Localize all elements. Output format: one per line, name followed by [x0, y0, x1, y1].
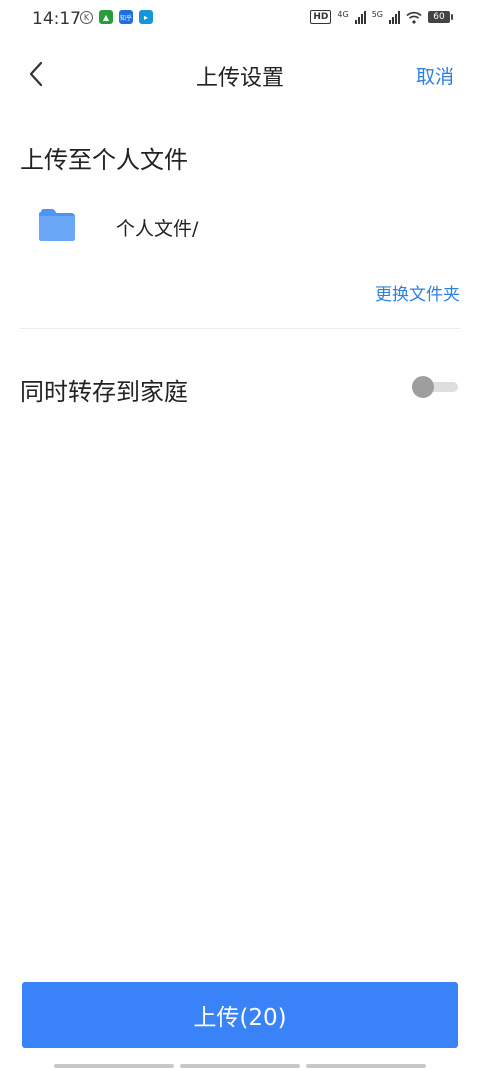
green-app-icon: ▲	[99, 10, 113, 24]
gesture-bar-segment	[54, 1064, 174, 1068]
hd-badge: HD	[310, 10, 332, 24]
battery-icon: 60	[428, 11, 453, 23]
divider	[20, 328, 460, 329]
destination-section-title: 上传至个人文件	[20, 146, 188, 174]
wifi-icon	[406, 11, 422, 24]
sim1-network-label: 4G	[337, 9, 349, 19]
top-bar: 上传设置 取消	[0, 48, 480, 104]
chevron-left-icon	[29, 61, 43, 87]
status-time: 14:17	[32, 9, 81, 29]
status-bar: 14:17 K ▲ 知乎 ▸ HD 4G 5G 60	[0, 0, 480, 40]
toggle-knob	[412, 376, 434, 398]
navigation-gesture-bar	[54, 1064, 426, 1068]
folder-path: 个人文件/	[116, 218, 199, 240]
page-title: 上传设置	[195, 66, 284, 91]
sim2-network-label: 5G	[371, 9, 383, 19]
back-button[interactable]	[22, 60, 50, 88]
destination-folder-row: 个人文件/	[20, 200, 460, 256]
gesture-bar-segment	[180, 1064, 300, 1068]
upload-button[interactable]: 上传(20)	[22, 982, 458, 1048]
change-folder-button[interactable]: 更换文件夹	[375, 280, 460, 305]
folder-icon	[39, 209, 75, 241]
notification-icons: K ▲ 知乎 ▸	[80, 10, 153, 24]
zhihu-text: 知乎	[119, 14, 132, 22]
save-to-family-toggle[interactable]	[412, 376, 458, 398]
system-icons: HD 4G 5G 60	[310, 9, 453, 24]
save-to-family-label: 同时转存到家庭	[20, 378, 188, 406]
cancel-button[interactable]: 取消	[416, 62, 454, 89]
signal-icon	[389, 10, 400, 24]
k-icon: K	[80, 10, 93, 24]
blue-app-icon: ▸	[139, 10, 153, 24]
signal-icon	[354, 10, 366, 24]
zhihu-icon: 知乎	[119, 10, 133, 24]
gesture-bar-segment	[306, 1064, 426, 1068]
